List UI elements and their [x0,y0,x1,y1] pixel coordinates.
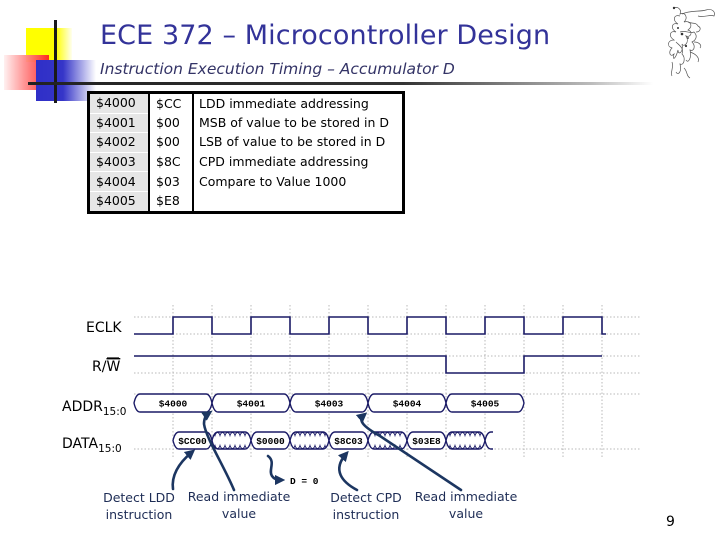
arrow-read-immediate-1 [200,410,236,492]
arrow-detect-cpd [337,450,359,492]
data-segment-value: $CC00 [178,436,207,447]
timing-diagram: ECLK R/W ADDR15:0 DATA15:0 $4000 $4001 $40… [62,305,640,522]
annotation-detect-ldd-line2: instruction [106,507,173,522]
addr-label: ADDR15:0 [62,399,126,418]
annotation-read-immediate-1-line1: Read immediate [188,489,291,504]
arrow-d-equals-zero [266,454,286,486]
annotation-detect-cpd-line1: Detect CPD [330,490,402,505]
annotation-detect-ldd-line1: Detect LDD [103,490,175,505]
data-segment-value: $8C03 [334,436,363,447]
eclk-label: ECLK [86,320,122,336]
addr-segment-value: $4004 [393,399,422,410]
data-label-subscript: 15:0 [98,443,122,455]
eclk-waveform [134,316,606,335]
rw-label-overlined: W [106,359,120,375]
arrow-detect-ldd [171,449,196,491]
data-invalid-segment [289,431,330,450]
addr-label-name: ADDR [62,399,103,415]
data-segment-value: $0000 [256,436,285,447]
annotation-read-immediate-2-line1: Read immediate [415,489,518,504]
data-invalid-segment [445,431,486,450]
addr-segment-value: $4003 [315,399,344,410]
annotation-read-immediate-1-line2: value [222,506,256,521]
data-segment-value: $03E8 [412,436,441,447]
rw-label-prefix: R/ [92,359,107,375]
addr-label-subscript: 15:0 [103,406,127,418]
annotation-read-immediate-2-line2: value [449,506,483,521]
data-invalid-segment [211,431,252,450]
addr-segment-value: $4000 [159,399,188,410]
data-trailing-bracket [484,431,493,450]
addr-segment-value: $4001 [237,399,266,410]
annotation-detect-cpd-line2: instruction [333,507,400,522]
result-note: D = 0 [290,476,319,487]
data-label-name: DATA [62,436,98,452]
data-label: DATA15:0 [62,436,122,455]
page-number: 9 [666,514,675,530]
rw-label: R/W [92,359,120,375]
addr-segment-value: $4005 [471,399,500,410]
